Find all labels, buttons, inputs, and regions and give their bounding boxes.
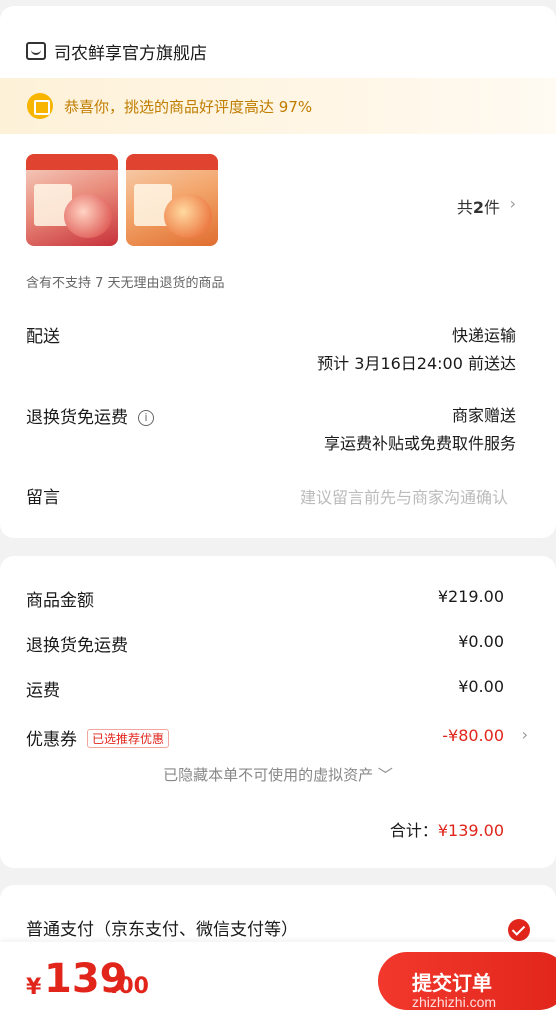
delivery-label: 配送 [26,327,60,347]
payment-option-label[interactable]: 普通支付（京东支付、微信支付等） [26,915,298,940]
price-decimal: .00 [110,974,149,999]
return-shipping-label-row: 退换货免运费 i [26,403,154,428]
watermark-text: zhizhizhi.com [412,994,497,1010]
product-image-1[interactable] [26,154,118,246]
order-store-card: 司农鲜享官方旗舰店 恭喜你，挑选的商品好评度高达 97% 共2件 › 含有不支持… [0,6,556,538]
shipping-label: 运费 [26,681,60,701]
thumbs-up-icon [27,93,53,119]
message-input[interactable]: 建议留言前先与商家沟通确认 [300,484,508,508]
hidden-assets-toggle[interactable]: 已隐藏本单不可使用的虚拟资产 ﹀ [0,764,556,785]
total-row: 合计：¥139.00 [390,817,504,841]
chevron-right-icon[interactable]: › [510,194,516,213]
coupon-value[interactable]: -¥80.00 [442,726,504,745]
coupon-label: 优惠券 [26,730,77,750]
checkout-bar: ¥ 139 .00 提交订单 zhizhizhi.com [0,942,556,1024]
checkmark-icon[interactable] [508,919,530,941]
goods-amount-label: 商品金额 [26,591,94,611]
coupon-row[interactable]: 优惠券 已选推荐优惠 [26,725,170,750]
store-icon [26,42,46,60]
return-notice: 含有不支持 7 天无理由退货的商品 [26,276,225,291]
total-value: ¥139.00 [437,821,504,840]
return-shipping-detail: 享运费补贴或免费取件服务 [323,434,516,453]
price-currency: ¥ [26,975,42,1000]
delivery-eta: 预计 3月16日24:00 前送达 [317,354,516,373]
store-name: 司农鲜享官方旗舰店 [54,43,207,64]
return-fee-value: ¥0.00 [458,632,504,651]
product-image-food [164,194,212,238]
store-header[interactable]: 司农鲜享官方旗舰店 [26,36,207,66]
rating-banner-text: 恭喜你，挑选的商品好评度高达 97% [64,97,313,116]
info-icon[interactable]: i [138,410,154,426]
return-shipping-label: 退换货免运费 [26,408,128,428]
product-count[interactable]: 共2件 [457,194,500,218]
goods-amount-value: ¥219.00 [437,587,504,606]
total-label: 合计： [389,821,438,840]
product-image-band [126,154,218,170]
chevron-right-icon[interactable]: › [522,725,528,744]
product-image-2[interactable] [126,154,218,246]
return-shipping-value: 商家赠送 [451,406,516,425]
rating-banner: 恭喜你，挑选的商品好评度高达 97% [0,78,556,134]
shipping-value: ¥0.00 [458,677,504,696]
return-fee-label: 退换货免运费 [26,636,128,656]
coupon-tag: 已选推荐优惠 [87,729,170,748]
product-image-food [64,194,112,238]
delivery-method[interactable]: 快递运输 [452,322,516,346]
message-label: 留言 [26,488,60,508]
product-image-band [26,154,118,170]
price-summary-card: 商品金额 ¥219.00 退换货免运费 ¥0.00 运费 ¥0.00 优惠券 已选… [0,556,556,868]
